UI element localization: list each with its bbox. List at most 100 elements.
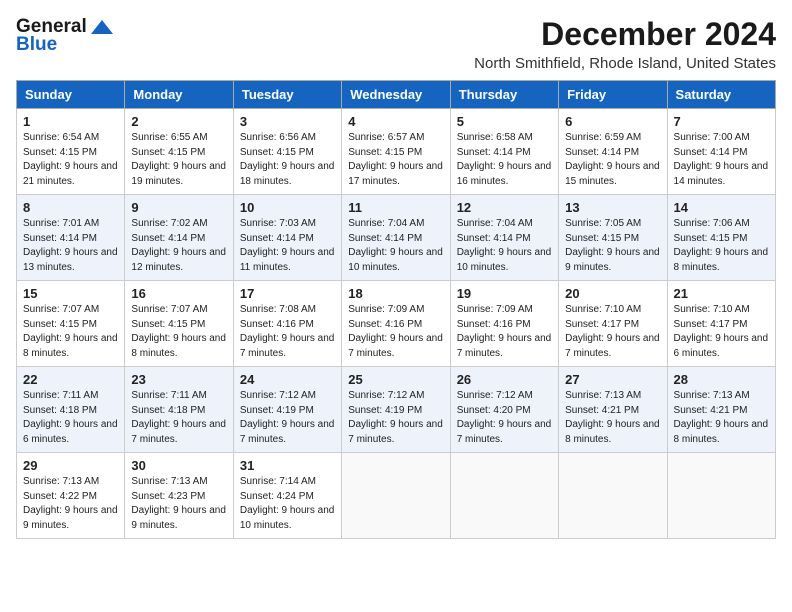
daylight-text: Daylight: 9 hours and 17 minutes. <box>348 161 443 187</box>
daylight-text: Daylight: 9 hours and 8 minutes. <box>674 419 769 445</box>
calendar-cell: 13Sunrise: 7:05 AMSunset: 4:15 PMDayligh… <box>559 195 667 281</box>
day-number: 14 <box>674 200 769 215</box>
sunset-text: Sunset: 4:15 PM <box>674 233 748 244</box>
sunrise-text: Sunrise: 7:00 AM <box>674 132 750 143</box>
daylight-text: Daylight: 9 hours and 11 minutes. <box>240 247 335 273</box>
calendar-cell <box>667 453 775 539</box>
calendar-cell: 4Sunrise: 6:57 AMSunset: 4:15 PMDaylight… <box>342 109 450 195</box>
sunset-text: Sunset: 4:18 PM <box>23 405 97 416</box>
day-number: 15 <box>23 286 118 301</box>
calendar-cell: 24Sunrise: 7:12 AMSunset: 4:19 PMDayligh… <box>233 367 341 453</box>
day-number: 28 <box>674 372 769 387</box>
daylight-text: Daylight: 9 hours and 21 minutes. <box>23 161 118 187</box>
weekday-header-thursday: Thursday <box>450 81 558 109</box>
calendar-cell: 29Sunrise: 7:13 AMSunset: 4:22 PMDayligh… <box>17 453 125 539</box>
calendar-cell: 14 Sunrise: 7:06 AMSunset: 4:15 PMDayligh… <box>667 195 775 281</box>
sunset-text: Sunset: 4:24 PM <box>240 491 314 502</box>
calendar-cell: 25Sunrise: 7:12 AMSunset: 4:19 PMDayligh… <box>342 367 450 453</box>
day-info: Sunrise: 7:02 AMSunset: 4:14 PMDaylight:… <box>131 217 226 275</box>
calendar-week-4: 22Sunrise: 7:11 AMSunset: 4:18 PMDayligh… <box>17 367 776 453</box>
weekday-header-friday: Friday <box>559 81 667 109</box>
day-number: 27 <box>565 372 660 387</box>
day-number: 21 <box>674 286 769 301</box>
day-info: Sunrise: 7:12 AMSunset: 4:19 PMDaylight:… <box>240 389 335 447</box>
month-title: December 2024 <box>474 16 776 53</box>
calendar-cell <box>450 453 558 539</box>
calendar-cell <box>559 453 667 539</box>
day-number: 16 <box>131 286 226 301</box>
day-info: Sunrise: 7:07 AMSunset: 4:15 PMDaylight:… <box>23 303 118 361</box>
sunset-text: Sunset: 4:16 PM <box>240 319 314 330</box>
calendar-cell: 9 Sunrise: 7:02 AMSunset: 4:14 PMDaylight… <box>125 195 233 281</box>
calendar-cell: 21Sunrise: 7:10 AMSunset: 4:17 PMDayligh… <box>667 281 775 367</box>
calendar-cell: 2Sunrise: 6:55 AMSunset: 4:15 PMDaylight… <box>125 109 233 195</box>
sunset-text: Sunset: 4:14 PM <box>348 233 422 244</box>
daylight-text: Daylight: 9 hours and 10 minutes. <box>457 247 552 273</box>
page-header: General Blue December 2024 North Smithfi… <box>16 16 776 72</box>
calendar-cell: 1Sunrise: 6:54 AMSunset: 4:15 PMDaylight… <box>17 109 125 195</box>
day-number: 13 <box>565 200 660 215</box>
sunset-text: Sunset: 4:16 PM <box>457 319 531 330</box>
daylight-text: Daylight: 9 hours and 9 minutes. <box>23 505 118 531</box>
daylight-text: Daylight: 9 hours and 7 minutes. <box>240 419 335 445</box>
sunset-text: Sunset: 4:15 PM <box>348 147 422 158</box>
sunset-text: Sunset: 4:21 PM <box>674 405 748 416</box>
sunrise-text: Sunrise: 7:02 AM <box>131 218 207 229</box>
day-info: Sunrise: 7:10 AMSunset: 4:17 PMDaylight:… <box>565 303 660 361</box>
sunrise-text: Sunrise: 7:14 AM <box>240 476 316 487</box>
daylight-text: Daylight: 9 hours and 7 minutes. <box>348 419 443 445</box>
sunset-text: Sunset: 4:14 PM <box>457 233 531 244</box>
day-number: 18 <box>348 286 443 301</box>
daylight-text: Daylight: 9 hours and 8 minutes. <box>565 419 660 445</box>
sunrise-text: Sunrise: 7:13 AM <box>674 390 750 401</box>
calendar-cell: 6Sunrise: 6:59 AMSunset: 4:14 PMDaylight… <box>559 109 667 195</box>
daylight-text: Daylight: 9 hours and 6 minutes. <box>23 419 118 445</box>
day-number: 7 <box>674 114 769 129</box>
calendar-cell: 10 Sunrise: 7:03 AM Sunset: 4:14 PM Dayligh… <box>233 195 341 281</box>
day-info: Sunrise: 7:07 AMSunset: 4:15 PMDaylight:… <box>131 303 226 361</box>
sunrise-text: Sunrise: 7:05 AM <box>565 218 641 229</box>
sunset-text: Sunset: 4:19 PM <box>240 405 314 416</box>
daylight-text: Daylight: 9 hours and 6 minutes. <box>674 333 769 359</box>
sunset-text: Sunset: 4:14 PM <box>457 147 531 158</box>
day-number: 5 <box>457 114 552 129</box>
day-info: Sunrise: 7:11 AMSunset: 4:18 PMDaylight:… <box>131 389 226 447</box>
sunrise-text: Sunrise: 7:11 AM <box>23 390 98 401</box>
sunset-text: Sunset: 4:17 PM <box>674 319 748 330</box>
calendar-cell <box>342 453 450 539</box>
day-number: 9 <box>131 200 226 215</box>
calendar-cell: 18Sunrise: 7:09 AMSunset: 4:16 PMDayligh… <box>342 281 450 367</box>
location-title: North Smithfield, Rhode Island, United S… <box>474 55 776 72</box>
day-info: Sunrise: 7:06 AMSunset: 4:15 PMDaylight:… <box>674 217 769 275</box>
sunrise-text: Sunrise: 7:08 AM <box>240 304 316 315</box>
weekday-header-monday: Monday <box>125 81 233 109</box>
sunrise-text: Sunrise: 6:54 AM <box>23 132 99 143</box>
sunset-text: Sunset: 4:15 PM <box>23 319 97 330</box>
title-block: December 2024 North Smithfield, Rhode Is… <box>474 16 776 72</box>
weekday-header-saturday: Saturday <box>667 81 775 109</box>
sunset-text: Sunset: 4:14 PM <box>674 147 748 158</box>
day-info: Sunrise: 7:13 AM Sunset: 4:21 PM Daylight:… <box>674 389 769 447</box>
day-number: 10 <box>240 200 335 215</box>
calendar-cell: 30Sunrise: 7:13 AMSunset: 4:23 PMDayligh… <box>125 453 233 539</box>
day-info: Sunrise: 7:00 AMSunset: 4:14 PMDaylight:… <box>674 131 769 189</box>
sunrise-text: Sunrise: 7:03 AM <box>240 218 316 229</box>
weekday-header-sunday: Sunday <box>17 81 125 109</box>
sunrise-text: Sunrise: 7:04 AM <box>348 218 424 229</box>
day-number: 23 <box>131 372 226 387</box>
sunrise-text: Sunrise: 6:59 AM <box>565 132 641 143</box>
day-info: Sunrise: 6:56 AMSunset: 4:15 PMDaylight:… <box>240 131 335 189</box>
daylight-text: Daylight: 9 hours and 12 minutes. <box>131 247 226 273</box>
logo-blue: Blue <box>16 34 57 56</box>
day-info: Sunrise: 7:08 AMSunset: 4:16 PMDaylight:… <box>240 303 335 361</box>
daylight-text: Daylight: 9 hours and 7 minutes. <box>457 419 552 445</box>
day-info: Sunrise: 7:12 AMSunset: 4:20 PMDaylight:… <box>457 389 552 447</box>
calendar-cell: 7Sunrise: 7:00 AMSunset: 4:14 PMDaylight… <box>667 109 775 195</box>
sunrise-text: Sunrise: 6:58 AM <box>457 132 533 143</box>
sunset-text: Sunset: 4:14 PM <box>240 233 314 244</box>
daylight-text: Daylight: 9 hours and 8 minutes. <box>23 333 118 359</box>
daylight-text: Daylight: 9 hours and 18 minutes. <box>240 161 335 187</box>
day-number: 8 <box>23 200 118 215</box>
day-number: 29 <box>23 458 118 473</box>
calendar-cell: 31Sunrise: 7:14 AMSunset: 4:24 PMDayligh… <box>233 453 341 539</box>
